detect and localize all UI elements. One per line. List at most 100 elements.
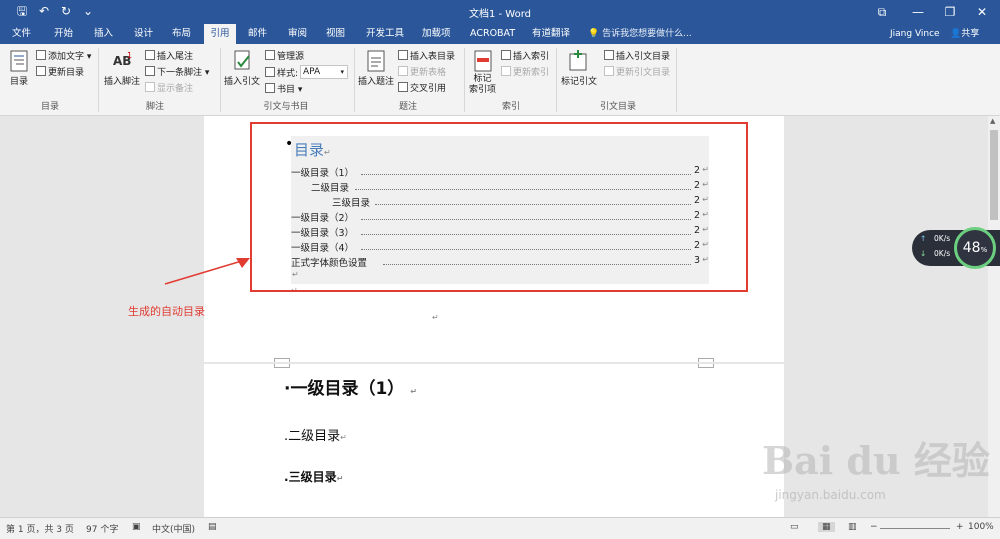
tell-me-placeholder: 告诉我您想要做什么... — [602, 29, 692, 39]
margin-marker — [274, 364, 290, 368]
tab-design[interactable]: 设计 — [130, 24, 157, 44]
mark-entry-label: 标记 索引项 — [469, 74, 497, 95]
style-icon — [265, 67, 275, 77]
close-button[interactable]: ✕ — [964, 0, 1000, 24]
manage-sources-label: 管理源 — [277, 52, 305, 62]
print-layout-icon[interactable]: ▦ — [818, 522, 835, 532]
mark-entry-icon[interactable] — [473, 50, 493, 72]
update-index-button: 更新索引 — [501, 65, 549, 78]
scrollbar-thumb[interactable] — [990, 130, 998, 220]
word-count[interactable]: 97 个字 — [86, 522, 118, 535]
update-table-button: 更新表格 — [398, 65, 446, 78]
insert-index-icon — [501, 50, 511, 60]
insert-endnote-label: 插入尾注 — [157, 52, 194, 62]
window-title: 文档1 - Word — [468, 9, 532, 20]
language[interactable]: 中文(中国) — [152, 522, 195, 535]
mark-entry-button[interactable]: 标记 索引项 — [469, 74, 496, 96]
table-of-contents-icon[interactable] — [9, 50, 29, 72]
group-label-footnotes: 脚注 — [145, 102, 164, 112]
update-toc-button[interactable]: 更新目录 — [36, 65, 84, 78]
mark-citation-button[interactable]: 标记引文 — [561, 74, 597, 87]
manage-sources-button[interactable]: 管理源 — [265, 49, 304, 62]
heading-3[interactable]: .三级目录↵ — [284, 468, 343, 485]
add-text-button[interactable]: 添加文字 ▾ — [36, 49, 91, 62]
insert-footnote-button[interactable]: 插入脚注 — [104, 74, 140, 87]
show-notes-button: 显示备注 — [145, 81, 193, 94]
show-notes-icon — [145, 82, 155, 92]
cross-reference-button[interactable]: 交叉引用 — [398, 81, 446, 94]
tab-mailings[interactable]: 邮件 — [244, 24, 271, 44]
update-toc-icon — [36, 66, 46, 76]
insert-footnote-icon[interactable]: AB1 — [112, 50, 132, 72]
heading-1[interactable]: ·一级目录（1） ↵ — [284, 374, 417, 399]
bibliography-button[interactable]: 书目 ▾ — [265, 82, 302, 95]
read-mode-icon[interactable]: ▭ — [790, 522, 799, 532]
insert-index-label: 插入索引 — [513, 52, 550, 62]
tab-references[interactable]: 引用 — [204, 24, 236, 44]
next-footnote-button[interactable]: 下一条脚注 ▾ — [145, 65, 209, 78]
tab-file[interactable]: 文件 — [8, 24, 35, 44]
tab-youdao[interactable]: 有道翻译 — [528, 24, 574, 44]
endnote-icon — [145, 50, 155, 60]
group-separator — [556, 48, 557, 112]
mark-citation-icon[interactable] — [568, 50, 588, 72]
download-speed: 0K/s — [934, 249, 951, 258]
style-label: 样式: — [265, 66, 298, 79]
add-text-label: 添加文字 ▾ — [48, 52, 92, 62]
insert-endnote-button[interactable]: 插入尾注 — [145, 49, 193, 62]
tell-me-search[interactable]: 💡 告诉我您想要做什么... — [588, 24, 692, 44]
user-name[interactable]: Jiang Vince — [890, 24, 940, 44]
group-separator — [98, 48, 99, 112]
person-icon: 👤 — [950, 29, 962, 39]
group-separator — [676, 48, 677, 112]
tab-acrobat[interactable]: ACROBAT — [466, 24, 519, 44]
tab-developer[interactable]: 开发工具 — [362, 24, 408, 44]
cpu-usage-gauge[interactable]: 48% — [954, 227, 996, 269]
maximize-button[interactable]: ❐ — [932, 0, 968, 24]
page-2[interactable]: ·一级目录（1） ↵ .二级目录↵ .三级目录↵ — [204, 364, 784, 517]
zoom-in-icon[interactable]: + — [956, 522, 964, 532]
page-count[interactable]: 第 1 页，共 3 页 — [6, 522, 74, 535]
style-label-text: 样式: — [277, 69, 299, 79]
cpu-usage-value: 48 — [962, 240, 981, 256]
share-button[interactable]: 👤共享 — [950, 24, 979, 44]
citation-style-select[interactable]: APA ▾ — [300, 65, 348, 79]
insert-caption-icon[interactable] — [366, 50, 386, 72]
heading-2[interactable]: .二级目录↵ — [284, 425, 347, 444]
next-footnote-label: 下一条脚注 ▾ — [157, 68, 210, 78]
insert-table-of-figures-button[interactable]: 插入表目录 — [398, 49, 455, 62]
margin-marker — [274, 358, 290, 362]
insert-caption-button[interactable]: 插入题注 — [358, 74, 394, 87]
status-bar: 第 1 页，共 3 页 97 个字 ▣ 中文(中国) ▤ ▭ ▦ ▥ − + 1… — [0, 517, 1000, 539]
ribbon-display-options-icon[interactable]: ⧉ — [864, 0, 900, 24]
minimize-button[interactable]: — — [900, 0, 936, 24]
update-toa-button: 更新引文目录 — [604, 65, 670, 78]
zoom-level[interactable]: 100% — [968, 522, 994, 532]
insert-toa-button[interactable]: 插入引文目录 — [604, 49, 670, 62]
tab-layout[interactable]: 布局 — [168, 24, 195, 44]
tab-addins[interactable]: 加载项 — [418, 24, 455, 44]
callout-label: 生成的自动目录 — [128, 305, 205, 318]
table-of-figures-icon — [398, 50, 408, 60]
proofing-icon[interactable]: ▣ — [132, 522, 141, 532]
scroll-up-icon[interactable]: ▲ — [990, 117, 995, 125]
zoom-slider[interactable] — [880, 528, 950, 529]
download-icon: ↓ — [920, 249, 927, 258]
add-text-icon — [36, 50, 46, 60]
paragraph-mark: ↵ — [340, 433, 347, 442]
zoom-out-icon[interactable]: − — [870, 522, 878, 532]
insert-index-button[interactable]: 插入索引 — [501, 49, 549, 62]
tab-home[interactable]: 开始 — [50, 24, 77, 44]
cpu-usage-unit: % — [980, 246, 988, 254]
tab-review[interactable]: 审阅 — [284, 24, 311, 44]
insert-citation-icon[interactable] — [233, 50, 253, 72]
toc-button[interactable]: 目录 — [10, 74, 28, 87]
insert-citation-button[interactable]: 插入引文 — [224, 74, 260, 87]
web-layout-icon[interactable]: ▥ — [848, 522, 857, 532]
macro-record-icon[interactable]: ▤ — [208, 522, 217, 532]
group-label-toa: 引文目录 — [599, 102, 636, 112]
update-toa-label: 更新引文目录 — [616, 68, 671, 78]
bibliography-icon — [265, 83, 275, 93]
tab-view[interactable]: 视图 — [322, 24, 349, 44]
tab-insert[interactable]: 插入 — [90, 24, 117, 44]
